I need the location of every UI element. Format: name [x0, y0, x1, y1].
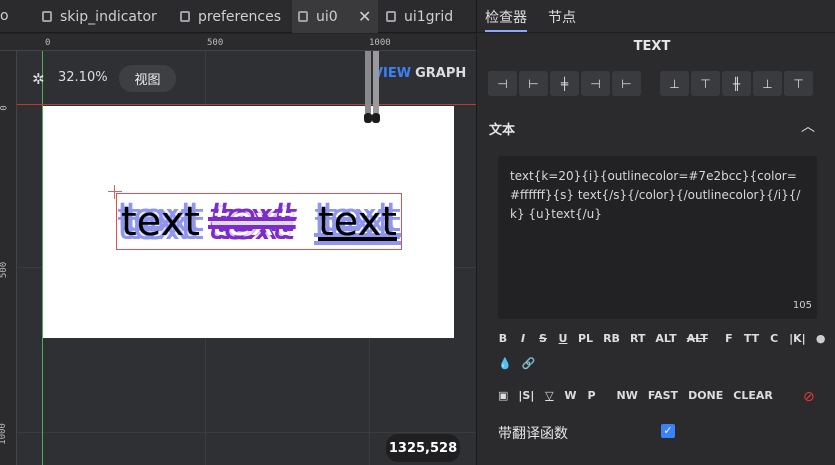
zoom-icon[interactable]: ✲ [32, 70, 45, 88]
align-center-button[interactable]: ╪ [550, 71, 579, 96]
tab-label: ui1grid [404, 8, 454, 25]
align-right-button[interactable]: ⊣ [581, 71, 610, 96]
wait-tag-button[interactable]: W [564, 389, 576, 402]
grid-line [17, 432, 476, 433]
align-left-button[interactable]: ⊢ [519, 71, 548, 96]
strike-tag-button[interactable]: S [538, 332, 548, 345]
color-dot-icon[interactable]: ● [816, 332, 826, 345]
text-transform-tag-button[interactable]: TT [744, 332, 759, 345]
section-text-label: 文本 [489, 123, 516, 138]
text-input[interactable]: text{k=20}{i}{outlinecolor=#7e2bcc}{colo… [498, 156, 817, 319]
label-word: text [212, 199, 292, 245]
view-button[interactable]: 视图 [119, 65, 176, 92]
partial-tab-label[interactable]: o [0, 8, 9, 24]
file-icon [42, 11, 52, 22]
vertical-align-group: ⊥ ⊤ ╫ ⊥ ⊤ [660, 71, 813, 96]
clear-tag-button[interactable]: CLEAR [733, 389, 773, 402]
link-icon[interactable]: 🔗 [522, 357, 536, 370]
horizontal-align-group: ⊣ ⊢ ╪ ⊣ ⊢ [488, 71, 641, 96]
tab-skip-indicator[interactable]: skip_indicator [42, 0, 170, 33]
size-tag-button[interactable]: |S| [518, 389, 534, 402]
noalt-tag-button[interactable]: ALT [687, 332, 708, 345]
file-icon [298, 11, 308, 22]
kerning-tag-button[interactable]: |K| [789, 332, 806, 345]
inspector-panel: 检查器 节点 TEXT ⊣ ⊢ ╪ ⊣ ⊢ ⊥ ⊤ ╫ ⊥ ⊤ 文本 ︿ tex… [476, 0, 835, 465]
no-wait-tag-button[interactable]: NW [617, 389, 638, 402]
scene-canvas[interactable]: 0 500 1000 0 500 1000 ✲ 32.10% 视图 VIEW GR… [0, 34, 476, 465]
tab-inspector[interactable]: 检查器 [485, 7, 527, 32]
bold-tag-button[interactable]: B [498, 332, 508, 345]
label-word: text [121, 199, 200, 245]
pause-tag-button[interactable]: P [587, 389, 597, 402]
image-icon[interactable]: ▣ [498, 389, 508, 402]
graph-word: GRAPH [415, 66, 467, 81]
italic-tag-button[interactable]: I [518, 332, 528, 345]
horizontal-ruler[interactable]: 0 500 1000 [0, 34, 476, 51]
cursor-coordinates: 1325,528 [386, 434, 460, 462]
align-bottom-button[interactable]: ⊥ [753, 71, 782, 96]
align-bottom-edge-button[interactable]: ⊤ [784, 71, 813, 96]
ruby-bottom-tag-button[interactable]: RB [603, 332, 620, 345]
done-tag-button[interactable]: DONE [688, 389, 723, 402]
text-value: text{k=20}{i}{outlinecolor=#7e2bcc}{colo… [510, 169, 801, 221]
translate-function-label: 带翻译函数 [498, 426, 568, 442]
align-top-button[interactable]: ⊤ [691, 71, 720, 96]
editor-tab-bar: o skip_indicator preferences ui0 ✕ ui1gr… [0, 0, 476, 33]
cps-tag-button[interactable]: C [769, 332, 779, 345]
x-axis-guide [17, 104, 476, 105]
character-sprite [364, 51, 380, 123]
tab-ui1grid[interactable]: ui1grid [386, 0, 476, 33]
chevron-up-icon[interactable]: ︿ [801, 116, 815, 136]
ruler-label: 0 [45, 38, 51, 48]
ruby-top-tag-button[interactable]: RT [630, 332, 645, 345]
tab-label: skip_indicator [60, 8, 157, 25]
align-middle-button[interactable]: ╫ [722, 71, 751, 96]
vertical-ruler[interactable]: 0 500 1000 [0, 51, 17, 465]
zoom-level: 32.10% [58, 70, 108, 85]
alt-tag-button[interactable]: ALT [655, 332, 676, 345]
underline-tag-button[interactable]: U [558, 332, 568, 345]
tab-preferences[interactable]: preferences [180, 0, 290, 33]
tab-node[interactable]: 节点 [548, 7, 576, 27]
char-counter: 105 [792, 300, 812, 311]
vertical-space-icon[interactable]: ▽ [544, 389, 554, 402]
file-icon [180, 11, 190, 22]
ruler-label: 0 [0, 105, 10, 111]
label-word: text [318, 199, 397, 245]
font-tag-button[interactable]: F [724, 332, 734, 345]
ruler-label: 500 [207, 38, 224, 48]
text-tag-toolbar-row2: 💧 🔗 [498, 357, 535, 370]
fast-tag-button[interactable]: FAST [648, 389, 678, 402]
ruler-label: 500 [0, 261, 10, 279]
align-right-edge-button[interactable]: ⊢ [612, 71, 641, 96]
panel-tab-bar: 检查器 节点 [477, 0, 835, 33]
close-icon[interactable]: ✕ [358, 7, 371, 26]
text-tag-toolbar: B I S U PL RB RT ALT ALT F TT C |K| ● ● [498, 332, 835, 345]
node-type-title: TEXT [633, 39, 671, 54]
translate-function-checkbox[interactable]: ✓ [661, 424, 675, 438]
align-left-edge-button[interactable]: ⊣ [488, 71, 517, 96]
align-top-edge-button[interactable]: ⊥ [660, 71, 689, 96]
ruler-label: 1000 [0, 423, 8, 445]
ruler-label: 1000 [369, 38, 391, 48]
tab-label: preferences [198, 8, 282, 25]
drop-icon[interactable]: 💧 [498, 357, 512, 370]
plain-tag-button[interactable]: PL [578, 332, 593, 345]
view-graph-label: VIEW GRAPH [373, 66, 466, 81]
text-tag-toolbar-row3: ▣ |S| ▽ W P NW FAST DONE CLEAR [498, 389, 773, 402]
file-icon [386, 11, 396, 22]
forbidden-icon[interactable]: ⊘ [803, 389, 815, 405]
tab-label: ui0 [316, 8, 338, 25]
